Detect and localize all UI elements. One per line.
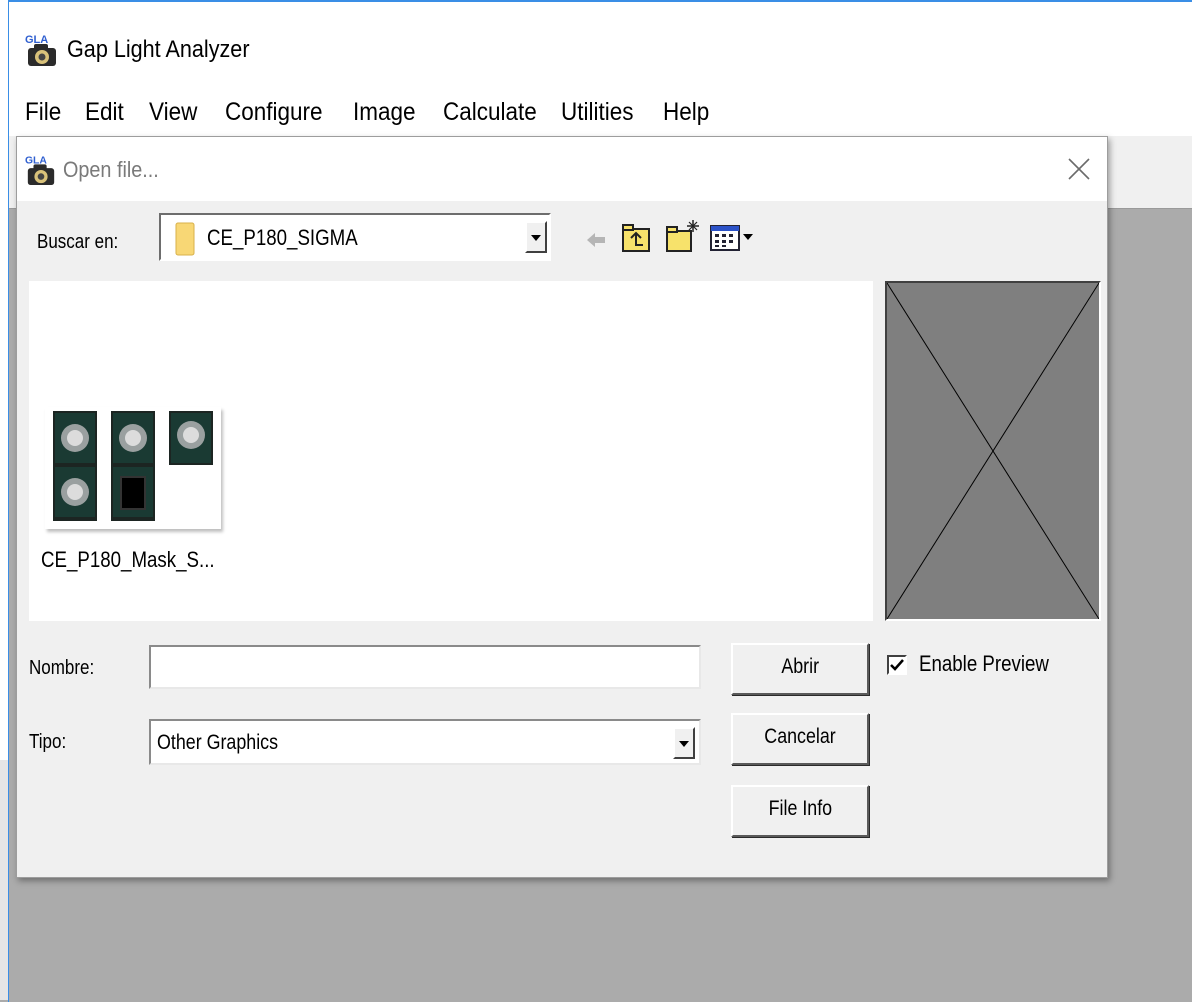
menu-utilities[interactable]: Utilities <box>561 98 634 127</box>
file-name: CE_P180_Mask_S... <box>41 547 215 572</box>
view-menu-icon[interactable] <box>709 223 759 253</box>
file-type-dropdown[interactable]: Other Graphics <box>149 719 701 765</box>
app-titlebar: GLA Gap Light Analyzer <box>9 2 1192 86</box>
file-type-value: Other Graphics <box>157 731 279 754</box>
file-type-label: Tipo: <box>29 731 67 753</box>
gla-camera-icon: GLA <box>25 34 56 66</box>
chevron-down-icon <box>531 235 541 241</box>
gla-camera-icon: GLA <box>25 155 55 186</box>
file-name-input[interactable] <box>149 645 701 689</box>
menu-help[interactable]: Help <box>663 98 709 127</box>
menu-file[interactable]: File <box>25 98 61 127</box>
file-type-dropdown-button[interactable] <box>673 727 695 759</box>
look-in-label: Buscar en: <box>37 231 119 253</box>
file-info-button-label: File Info <box>768 797 832 820</box>
new-folder-icon[interactable] <box>665 219 701 253</box>
cancel-button-label: Cancelar <box>764 725 836 748</box>
open-file-dialog: GLA Open file... Buscar en: CE_P180_SIGM… <box>16 136 1108 878</box>
cancel-button[interactable]: Cancelar <box>731 713 869 765</box>
dialog-titlebar[interactable]: GLA Open file... <box>17 137 1107 201</box>
file-list[interactable]: CE_P180_Mask_S... <box>29 281 873 621</box>
menu-calculate[interactable]: Calculate <box>443 98 537 127</box>
enable-preview-checkbox[interactable] <box>887 655 907 675</box>
chevron-down-icon <box>679 741 689 747</box>
look-in-dropdown-button[interactable] <box>525 221 547 253</box>
image-thumbnail-icon <box>45 407 221 529</box>
image-preview <box>885 281 1101 621</box>
look-in-value: CE_P180_SIGMA <box>207 225 358 250</box>
back-arrow-icon[interactable] <box>585 229 607 251</box>
menu-edit[interactable]: Edit <box>85 98 124 127</box>
menu-image[interactable]: Image <box>353 98 416 127</box>
enable-preview-label[interactable]: Enable Preview <box>919 651 1049 677</box>
app-title: Gap Light Analyzer <box>67 36 250 63</box>
file-item[interactable]: CE_P180_Mask_S... <box>41 407 235 597</box>
dialog-title: Open file... <box>63 157 159 182</box>
close-icon[interactable] <box>1057 147 1101 191</box>
menu-configure[interactable]: Configure <box>225 98 323 127</box>
up-folder-icon[interactable] <box>621 223 651 253</box>
open-button-label: Abrir <box>781 655 819 678</box>
look-in-dropdown[interactable]: CE_P180_SIGMA <box>159 213 551 261</box>
file-info-button[interactable]: File Info <box>731 785 869 837</box>
open-button[interactable]: Abrir <box>731 643 869 695</box>
file-name-label: Nombre: <box>29 657 95 679</box>
menu-view[interactable]: View <box>149 98 197 127</box>
folder-icon <box>175 222 195 256</box>
checkmark-icon <box>890 659 904 671</box>
